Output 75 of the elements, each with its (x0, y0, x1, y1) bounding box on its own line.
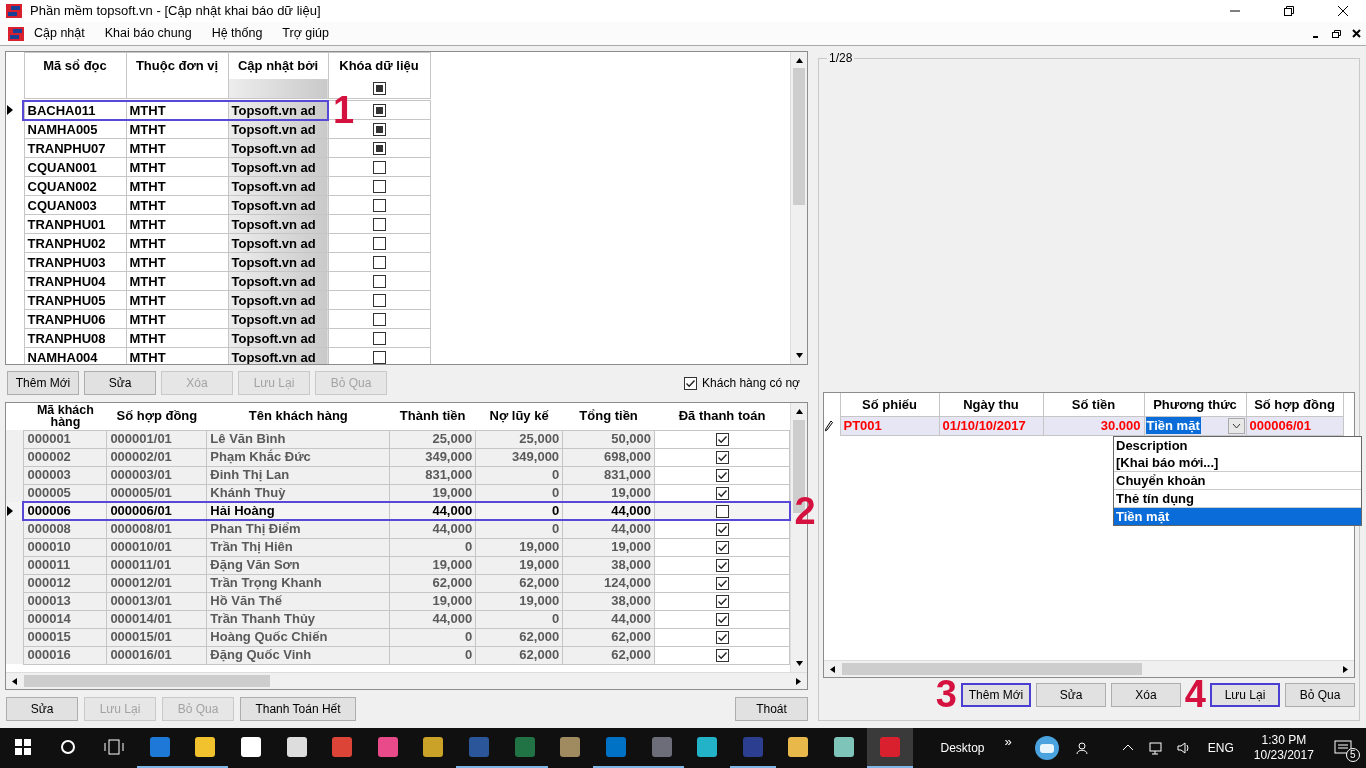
column-header[interactable]: Mã sổ đọc (24, 52, 126, 79)
table-cell: CQUAN001 (24, 157, 126, 177)
table-cell: MTHT (126, 252, 228, 272)
menu-item[interactable]: Hệ thống (201, 24, 273, 43)
table-cell: MTHT (126, 138, 228, 158)
callout-number: 4 (1184, 675, 1206, 713)
dropdown-option[interactable]: [Khai báo mới...] (1114, 454, 1361, 471)
table-cell: MTHT (126, 176, 228, 196)
button[interactable]: Sửa (6, 697, 78, 721)
button[interactable]: Thoát (735, 697, 808, 721)
table-cell: TRANPHU06 (24, 309, 126, 329)
menu-item[interactable]: Khai báo chung (94, 24, 202, 43)
table-cell: MTHT (126, 233, 228, 253)
record-counter: 1/28 (828, 51, 854, 65)
button[interactable]: Sửa (84, 371, 156, 395)
table-cell: NAMHA005 (24, 119, 126, 139)
column-header[interactable]: Mã khách hàng (23, 403, 107, 430)
checkbox-label[interactable]: Khách hàng có nợ (684, 374, 800, 392)
table-cell: 25,000 (389, 430, 476, 448)
table-cell: 50,000 (562, 430, 655, 448)
clock-time[interactable]: 1:30 PM (1261, 733, 1307, 748)
table-cell: 000001/01 (106, 430, 207, 448)
callout-number: 1 (333, 90, 355, 129)
table-cell: TRANPHU03 (24, 252, 126, 272)
table-cell: TRANPHU05 (24, 290, 126, 310)
table-cell: MTHT (126, 119, 228, 139)
dropdown-list[interactable]: Description [Khai báo mới...] Chuyển khoản Thẻ tín dụng Tiền mặt (1113, 436, 1362, 526)
column-header[interactable]: Khóa dữ liệu (328, 52, 430, 79)
dropdown-option[interactable]: Tiền mặt (1114, 507, 1361, 525)
button[interactable]: Thêm Mới (961, 683, 1031, 707)
notification-badge: 5 (1345, 748, 1360, 762)
table-cell: TRANPHU08 (24, 328, 126, 348)
callout-number: 2 (794, 492, 816, 530)
label-text: Khách hàng có nợ (702, 375, 800, 392)
taskbar-toolbar[interactable]: Desktop (934, 738, 991, 758)
clock-date[interactable]: 10/23/2017 (1253, 748, 1314, 763)
button[interactable]: Sửa (1036, 683, 1106, 707)
list-header: Description (1115, 437, 1189, 454)
table-cell: MTHT (126, 157, 228, 177)
table-cell: MTHT (126, 290, 228, 310)
table-cell: 25,000 (475, 430, 563, 448)
table-cell: MTHT (126, 309, 228, 329)
button[interactable]: Xóa (1111, 683, 1181, 707)
menu-item[interactable]: Trợ giúp (272, 24, 339, 43)
dropdown-option[interactable]: Chuyển khoản (1114, 471, 1361, 489)
column-header[interactable]: Thuộc đơn vị (126, 52, 228, 79)
button[interactable]: Thêm Mới (7, 371, 79, 395)
button[interactable]: Lưu Lại (1210, 683, 1280, 707)
column-header[interactable]: Số tiền (1043, 393, 1144, 416)
table-cell: TRANPHU07 (24, 138, 126, 158)
table-cell: CQUAN002 (24, 176, 126, 196)
table-cell: MTHT (126, 328, 228, 348)
table-cell: TRANPHU02 (24, 233, 126, 253)
column-header[interactable]: Phương thức (1144, 393, 1246, 416)
column-header[interactable]: Số hợp đồng (1246, 393, 1343, 416)
window-title: Phần mềm topsoft.vn - [Cập nhật khai báo dữ liệu] (30, 2, 321, 21)
table-cell: TRANPHU04 (24, 271, 126, 291)
table-cell: MTHT (126, 271, 228, 291)
table-cell: Lê Văn Bình (206, 430, 390, 448)
table-cell: NAMHA004 (24, 347, 126, 364)
table-cell: TRANPHU01 (24, 214, 126, 234)
language-indicator[interactable]: ENG (1207, 739, 1234, 757)
table-cell: MTHT (126, 195, 228, 215)
table-cell: 000001 (23, 430, 107, 448)
callout-number: 3 (935, 675, 957, 713)
column-header[interactable]: Cập nhật bởi (228, 52, 328, 79)
menu-item[interactable]: Cập nhật (24, 24, 95, 43)
overflow-chevron[interactable]: » (1004, 732, 1012, 752)
table-cell: CQUAN003 (24, 195, 126, 215)
table-cell: MTHT (126, 214, 228, 234)
dropdown-value[interactable]: Tiền mặt (1145, 417, 1201, 434)
button[interactable]: Thanh Toán Hết (240, 697, 356, 721)
button[interactable]: Bỏ Qua (1285, 683, 1355, 707)
column-header[interactable]: Số phiếu (840, 393, 939, 416)
column-header[interactable]: Ngày thu (939, 393, 1043, 416)
